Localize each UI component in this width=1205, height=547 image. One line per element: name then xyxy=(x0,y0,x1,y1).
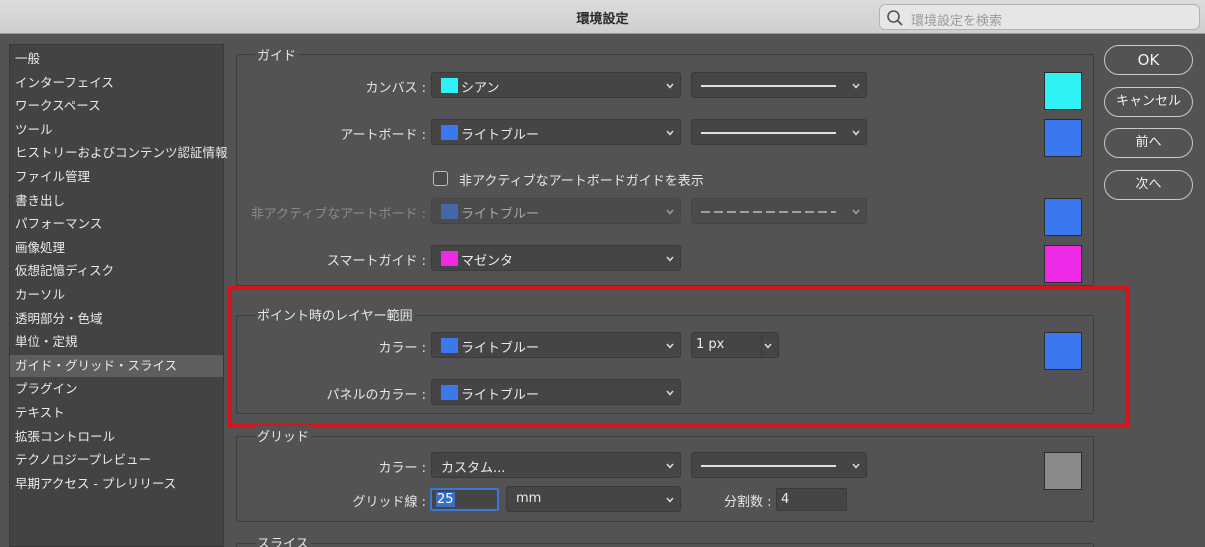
chevron-down-icon xyxy=(852,130,860,136)
sidebar-item-early-access[interactable]: 早期アクセス - プレリリース xyxy=(10,473,223,495)
sidebar-item-type[interactable]: テキスト xyxy=(10,402,223,424)
grid-line-style-dropdown[interactable] xyxy=(691,452,867,478)
sidebar-item-guides-grid-slices[interactable]: ガイド・グリッド・スライス xyxy=(10,355,223,377)
gridline-unit-value: mm xyxy=(516,491,542,506)
smart-guides-color-value: マゼンタ xyxy=(461,254,514,269)
grid-color-value: カスタム... xyxy=(441,461,506,476)
smart-guides-label: スマートガイド : xyxy=(326,254,426,269)
inactive-artboard-color-swatch xyxy=(441,204,458,219)
title-bar: 環境設定 環境設定を検索 xyxy=(0,0,1205,34)
guides-section-label: ガイド xyxy=(255,45,299,64)
smart-guides-color-dropdown[interactable]: マゼンタ xyxy=(431,245,681,271)
sidebar-item-units[interactable]: 単位・定規 xyxy=(10,331,223,353)
gridline-unit-dropdown[interactable]: mm xyxy=(506,486,681,512)
sidebar-item-image-processing[interactable]: 画像処理 xyxy=(10,237,223,259)
canvas-line-style-dropdown[interactable] xyxy=(691,72,867,98)
dashed-line-icon xyxy=(701,211,836,213)
sidebar-item-workspace[interactable]: ワークスペース xyxy=(10,95,223,117)
subdivisions-label: 分割数 : xyxy=(724,495,772,510)
subdivisions-input[interactable]: 4 xyxy=(776,488,847,511)
sidebar-item-performance[interactable]: パフォーマンス xyxy=(10,213,223,235)
inactive-artboard-color-value: ライトブルー xyxy=(461,207,540,222)
chevron-down-icon xyxy=(666,83,674,89)
sidebar-item-file-handling[interactable]: ファイル管理 xyxy=(10,166,223,188)
chevron-down-icon xyxy=(666,497,674,503)
chevron-down-icon xyxy=(852,83,860,89)
grid-color-dropdown[interactable]: カスタム... xyxy=(431,452,681,478)
solid-line-icon xyxy=(701,85,836,87)
solid-line-icon xyxy=(701,465,836,467)
solid-line-icon xyxy=(701,132,836,134)
sidebar-item-enhanced-controls[interactable]: 拡張コントロール xyxy=(10,426,223,448)
slice-section-label: スライス xyxy=(255,533,311,547)
sidebar-item-interface[interactable]: インターフェイス xyxy=(10,72,223,94)
sidebar-item-general[interactable]: 一般 xyxy=(10,48,223,70)
grid-section-label: グリッド xyxy=(255,426,312,445)
gridline-label: グリッド線 : xyxy=(352,495,426,510)
artboard-color-dropdown[interactable]: ライトブルー xyxy=(431,119,681,145)
smart-guides-color-swatch xyxy=(441,251,458,266)
canvas-label: カンバス : xyxy=(365,81,426,96)
slice-panel xyxy=(236,543,1094,547)
search-icon xyxy=(886,9,904,31)
ok-button[interactable]: OK xyxy=(1104,45,1193,75)
chevron-down-icon xyxy=(666,463,674,469)
gridline-every-input[interactable]: 25 xyxy=(430,488,499,511)
inactive-artboard-label: 非アクティブなアートボード : xyxy=(250,207,426,222)
chevron-down-icon xyxy=(666,130,674,136)
chevron-down-icon xyxy=(852,209,860,215)
sidebar: 一般 インターフェイス ワークスペース ツール ヒストリーおよびコンテンツ認証情… xyxy=(9,44,228,547)
gridline-every-value: 25 xyxy=(436,492,455,507)
sidebar-item-technology-previews[interactable]: テクノロジープレビュー xyxy=(10,449,223,471)
artboard-color-preview[interactable] xyxy=(1044,119,1082,157)
canvas-color-dropdown[interactable]: シアン xyxy=(431,72,681,98)
search-field[interactable]: 環境設定を検索 xyxy=(879,4,1200,30)
sidebar-item-history[interactable]: ヒストリーおよびコンテンツ認証情報 xyxy=(10,142,228,164)
artboard-label: アートボード : xyxy=(340,128,426,143)
cancel-button[interactable]: キャンセル xyxy=(1104,87,1193,117)
smart-guides-color-preview[interactable] xyxy=(1044,245,1082,283)
show-inactive-artboard-guides-checkbox[interactable] xyxy=(433,171,448,186)
canvas-color-preview[interactable] xyxy=(1044,72,1082,110)
sidebar-item-scratch-disks[interactable]: 仮想記憶ディスク xyxy=(10,260,223,282)
chevron-down-icon xyxy=(666,209,674,215)
inactive-artboard-line-style-dropdown xyxy=(691,198,867,224)
grid-color-preview[interactable] xyxy=(1044,452,1082,490)
sidebar-item-export[interactable]: 書き出し xyxy=(10,190,223,212)
artboard-color-swatch xyxy=(441,125,458,140)
artboard-line-style-dropdown[interactable] xyxy=(691,119,867,145)
artboard-color-value: ライトブルー xyxy=(461,128,540,143)
grid-color-label: カラー : xyxy=(378,461,426,476)
next-button[interactable]: 次へ xyxy=(1104,170,1193,200)
highlight-box xyxy=(228,286,1129,427)
sidebar-item-transparency[interactable]: 透明部分・色域 xyxy=(10,308,223,330)
inactive-artboard-color-preview[interactable] xyxy=(1044,198,1082,236)
show-inactive-artboard-guides-label: 非アクティブなアートボードガイドを表示 xyxy=(459,174,704,189)
canvas-color-swatch xyxy=(441,78,458,93)
canvas-color-value: シアン xyxy=(461,81,500,96)
sidebar-item-tools[interactable]: ツール xyxy=(10,119,223,141)
chevron-down-icon xyxy=(666,256,674,262)
sidebar-item-cursors[interactable]: カーソル xyxy=(10,284,223,306)
sidebar-item-plugins[interactable]: プラグイン xyxy=(10,378,223,400)
inactive-artboard-color-dropdown: ライトブルー xyxy=(431,198,681,224)
prev-button[interactable]: 前へ xyxy=(1104,128,1193,158)
chevron-down-icon xyxy=(852,463,860,469)
search-placeholder: 環境設定を検索 xyxy=(911,14,1003,29)
